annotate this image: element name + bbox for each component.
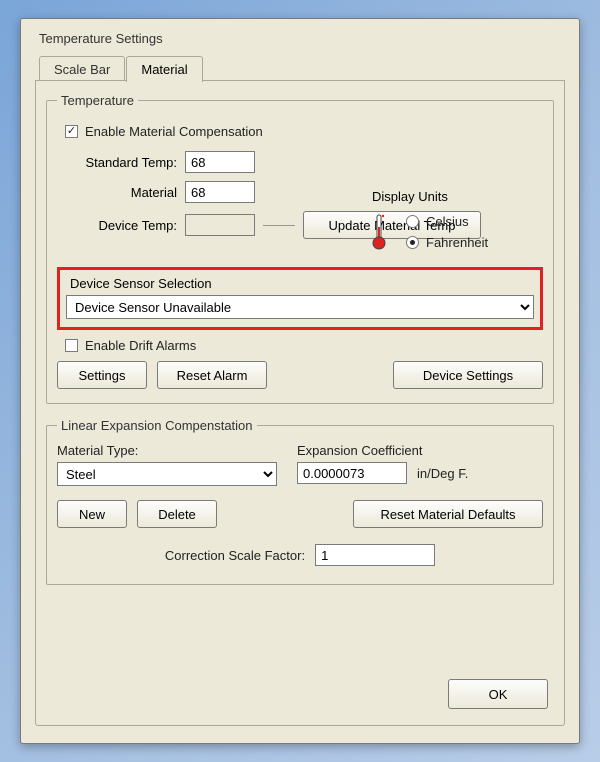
device-temp-input <box>185 214 255 236</box>
device-sensor-legend: Device Sensor Selection <box>70 276 534 291</box>
reset-material-defaults-button[interactable]: Reset Material Defaults <box>353 500 543 528</box>
ok-button[interactable]: OK <box>448 679 548 709</box>
material-type-select[interactable]: Steel <box>57 462 277 486</box>
settings-button[interactable]: Settings <box>57 361 147 389</box>
material-temp-label: Material <box>57 185 177 200</box>
correction-scale-factor-label: Correction Scale Factor: <box>165 548 305 563</box>
tab-strip: Scale Bar Material <box>39 56 565 81</box>
enable-material-comp-label: Enable Material Compensation <box>85 124 263 139</box>
device-temp-label: Device Temp: <box>57 218 177 233</box>
celsius-option[interactable]: Celsius <box>406 214 531 229</box>
temperature-settings-window: Temperature Settings Scale Bar Material … <box>20 18 580 744</box>
device-settings-button[interactable]: Device Settings <box>393 361 543 389</box>
delete-button[interactable]: Delete <box>137 500 217 528</box>
celsius-radio[interactable] <box>406 215 419 228</box>
new-button[interactable]: New <box>57 500 127 528</box>
material-panel: Temperature Enable Material Compensation… <box>35 80 565 726</box>
enable-material-comp-checkbox[interactable] <box>65 125 78 138</box>
fahrenheit-label: Fahrenheit <box>426 235 488 250</box>
expansion-coef-units: in/Deg F. <box>417 466 468 481</box>
linear-expansion-legend: Linear Expansion Compenstation <box>57 418 257 433</box>
material-temp-input[interactable] <box>185 181 255 203</box>
display-units-label: Display Units <box>372 189 531 204</box>
tab-material[interactable]: Material <box>126 56 202 82</box>
correction-scale-factor-input[interactable] <box>315 544 435 566</box>
enable-material-comp-row[interactable]: Enable Material Compensation <box>65 124 543 139</box>
fahrenheit-option[interactable]: Fahrenheit <box>406 235 531 250</box>
enable-drift-alarms-label: Enable Drift Alarms <box>85 338 196 353</box>
linear-expansion-group: Linear Expansion Compenstation Material … <box>46 418 554 585</box>
temp-separator <box>263 225 295 226</box>
window-title: Temperature Settings <box>39 31 565 46</box>
temperature-group: Temperature Enable Material Compensation… <box>46 93 554 404</box>
display-units-group: Display Units Celsius <box>366 189 531 256</box>
tab-scale-bar[interactable]: Scale Bar <box>39 56 125 81</box>
standard-temp-input[interactable] <box>185 151 255 173</box>
material-type-label: Material Type: <box>57 443 297 458</box>
expansion-coef-input[interactable] <box>297 462 407 484</box>
reset-alarm-button[interactable]: Reset Alarm <box>157 361 267 389</box>
device-sensor-select[interactable]: Device Sensor Unavailable <box>66 295 534 319</box>
temperature-legend: Temperature <box>57 93 138 108</box>
standard-temp-label: Standard Temp: <box>57 155 177 170</box>
fahrenheit-radio[interactable] <box>406 236 419 249</box>
temperature-button-row: Settings Reset Alarm Device Settings <box>57 361 543 389</box>
celsius-label: Celsius <box>426 214 469 229</box>
dialog-footer: OK <box>448 679 548 709</box>
thermometer-icon <box>370 213 388 254</box>
enable-drift-alarms-row[interactable]: Enable Drift Alarms <box>65 338 543 353</box>
device-sensor-highlight: Device Sensor Selection Device Sensor Un… <box>57 267 543 330</box>
enable-drift-alarms-checkbox[interactable] <box>65 339 78 352</box>
expansion-coef-label: Expansion Coefficient <box>297 443 543 458</box>
